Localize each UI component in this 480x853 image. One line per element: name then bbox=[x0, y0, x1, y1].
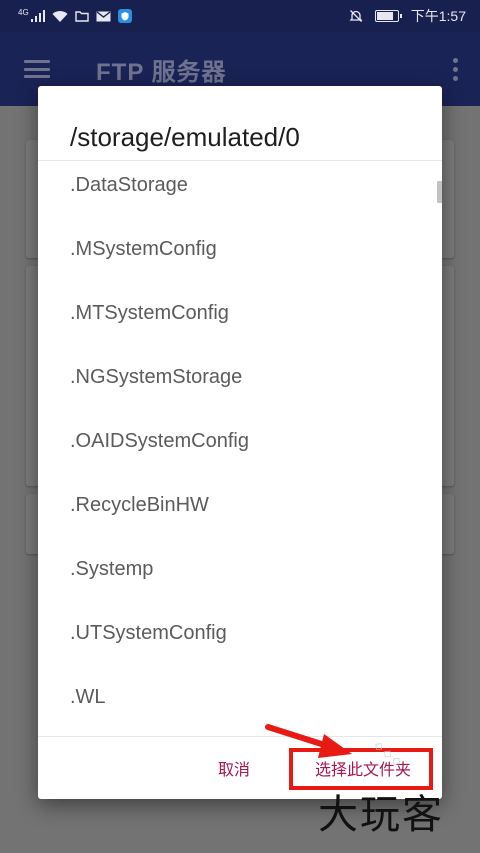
status-time: 下午1:57 bbox=[410, 8, 466, 24]
folder-chooser-dialog: /storage/emulated/0 .DataStorage .MSyste… bbox=[38, 86, 442, 799]
status-left-icons: 4G bbox=[18, 7, 132, 23]
signal-icon bbox=[30, 10, 45, 22]
status-bar: 4G 下午1:57 bbox=[0, 0, 480, 32]
folder-item[interactable]: .OAIDSystemConfig bbox=[70, 429, 249, 453]
folder-item[interactable]: .MSystemConfig bbox=[70, 237, 217, 261]
folder-item[interactable]: .DataStorage bbox=[70, 173, 188, 197]
mail-icon bbox=[96, 10, 111, 21]
battery-icon bbox=[374, 10, 402, 22]
cancel-button[interactable]: 取消 bbox=[202, 748, 266, 788]
list-scrollbar[interactable] bbox=[437, 181, 442, 203]
network-type-label: 4G bbox=[18, 7, 29, 17]
folder-item[interactable]: .MTSystemConfig bbox=[70, 301, 229, 325]
divider bbox=[38, 736, 442, 737]
muted-bell-icon bbox=[349, 10, 363, 22]
more-vert-icon[interactable] bbox=[453, 57, 458, 81]
status-right-icons: 下午1:57 bbox=[349, 6, 466, 26]
folder-item[interactable]: .RecycleBinHW bbox=[70, 493, 209, 517]
hamburger-menu-icon[interactable] bbox=[24, 60, 50, 78]
folder-item[interactable]: .UTSystemConfig bbox=[70, 621, 227, 645]
shield-icon bbox=[117, 9, 132, 23]
app-title: FTP 服务器 bbox=[96, 58, 227, 86]
folder-item[interactable]: .Systemp bbox=[70, 557, 153, 581]
folder-item[interactable]: .NGSystemStorage bbox=[70, 365, 242, 389]
folder-icon bbox=[74, 10, 89, 22]
folder-list[interactable]: .DataStorage .MSystemConfig .MTSystemCon… bbox=[38, 161, 442, 736]
dialog-title: /storage/emulated/0 bbox=[70, 122, 300, 152]
wifi-icon bbox=[52, 11, 68, 22]
folder-item[interactable]: .WL bbox=[70, 685, 106, 709]
watermark-logo: 大玩客 bbox=[318, 792, 444, 838]
